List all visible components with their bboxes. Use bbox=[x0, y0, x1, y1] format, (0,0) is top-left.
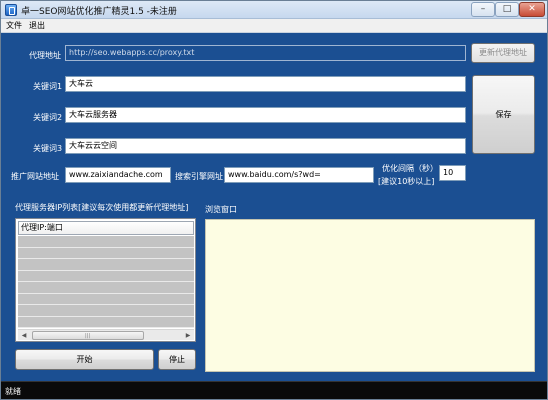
maximize-button[interactable]: □ bbox=[495, 2, 519, 17]
menu-bar: 文件 退出 bbox=[1, 19, 547, 33]
browser-window-pane[interactable] bbox=[205, 219, 535, 372]
status-text: 就绪 bbox=[5, 387, 21, 396]
window-title: 卓一SEO网站优化推广精灵1.5 -未注册 bbox=[21, 7, 177, 17]
menu-file[interactable]: 文件 bbox=[6, 20, 22, 31]
save-button[interactable]: 保存 bbox=[472, 75, 535, 154]
stop-button[interactable]: 停止 bbox=[158, 349, 196, 370]
scroll-right-icon[interactable]: ▶ bbox=[183, 331, 193, 340]
list-item[interactable] bbox=[18, 236, 194, 248]
minimize-button[interactable]: – bbox=[471, 2, 495, 17]
search-engine-label: 搜索引擎网址 bbox=[175, 172, 223, 181]
browser-label: 浏览窗口 bbox=[205, 205, 237, 214]
start-button[interactable]: 开始 bbox=[15, 349, 154, 370]
list-item[interactable] bbox=[18, 293, 194, 305]
interval-label: 优化间隔（秒） bbox=[382, 164, 438, 173]
app-window: 卓一SEO网站优化推广精灵1.5 -未注册 – □ ✕ 文件 退出 代理地址 h… bbox=[0, 0, 548, 400]
scroll-left-icon[interactable]: ◀ bbox=[19, 331, 29, 340]
title-bar[interactable]: 卓一SEO网站优化推广精灵1.5 -未注册 – □ ✕ bbox=[1, 1, 547, 19]
keyword1-label: 关键词1 bbox=[33, 82, 63, 91]
keyword1-input[interactable]: 大车云 bbox=[65, 76, 466, 92]
proxy-list-label: 代理服务器IP列表[建议每次使用都更新代理地址] bbox=[15, 203, 189, 212]
proxy-list-rows bbox=[18, 236, 194, 328]
proxy-list[interactable]: 代理IP:端口 ◀ ||| ▶ bbox=[15, 218, 196, 342]
close-icon: ✕ bbox=[528, 4, 536, 14]
horizontal-scrollbar[interactable]: ◀ ||| ▶ bbox=[18, 329, 194, 340]
interval-input[interactable]: 10 bbox=[439, 165, 466, 181]
list-item[interactable] bbox=[18, 247, 194, 259]
status-bar: 就绪 bbox=[1, 381, 547, 399]
menu-exit[interactable]: 退出 bbox=[29, 20, 45, 31]
app-logo-icon bbox=[5, 4, 17, 16]
promo-site-input[interactable]: www.zaixiandache.com bbox=[65, 167, 171, 183]
list-item[interactable] bbox=[18, 259, 194, 271]
scrollbar-thumb[interactable]: ||| bbox=[32, 331, 144, 340]
update-proxy-button[interactable]: 更新代理地址 bbox=[471, 43, 535, 63]
keyword3-label: 关键词3 bbox=[33, 144, 63, 153]
interval-hint: [建议10秒以上] bbox=[378, 177, 435, 186]
promo-site-label: 推广网站地址 bbox=[11, 172, 59, 181]
list-item[interactable] bbox=[18, 270, 194, 282]
minimize-icon: – bbox=[480, 4, 486, 14]
list-item[interactable] bbox=[18, 282, 194, 294]
keyword2-input[interactable]: 大车云服务器 bbox=[65, 107, 466, 123]
keyword2-label: 关键词2 bbox=[33, 113, 63, 122]
maximize-icon: □ bbox=[502, 4, 512, 14]
proxy-address-label: 代理地址 bbox=[29, 51, 61, 60]
list-item[interactable] bbox=[18, 316, 194, 328]
list-item[interactable] bbox=[18, 305, 194, 317]
search-engine-input[interactable]: www.baidu.com/s?wd= bbox=[224, 167, 374, 183]
grip-icon: ||| bbox=[85, 333, 91, 339]
proxy-column-header[interactable]: 代理IP:端口 bbox=[18, 221, 194, 235]
keyword3-input[interactable]: 大车云云空间 bbox=[65, 138, 466, 154]
proxy-address-field[interactable]: http://seo.webapps.cc/proxy.txt bbox=[65, 45, 466, 61]
close-button[interactable]: ✕ bbox=[519, 2, 545, 17]
